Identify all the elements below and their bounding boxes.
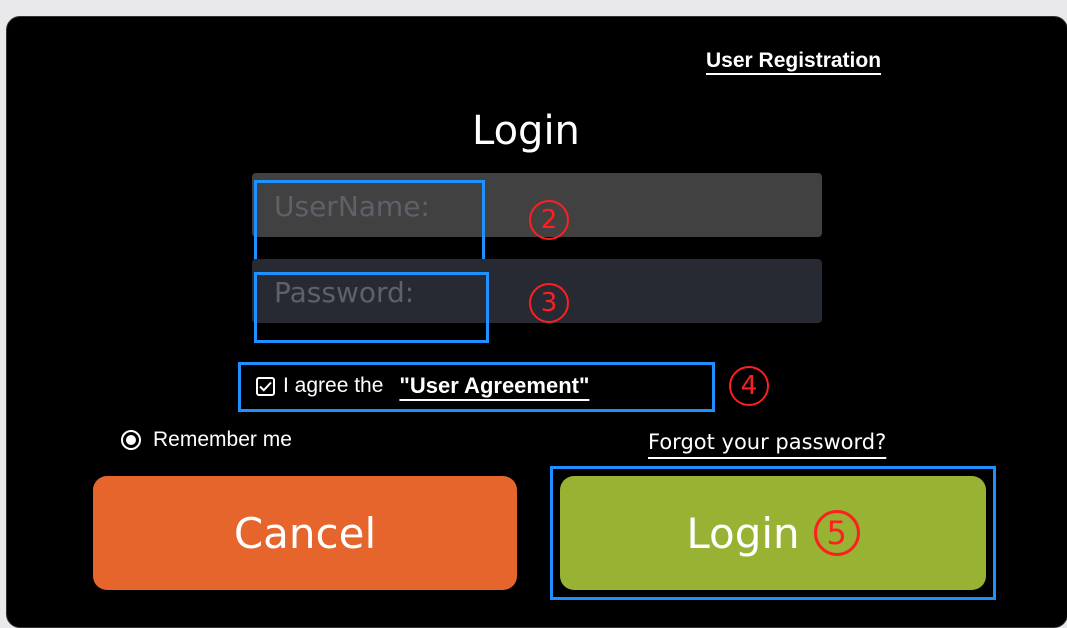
annotation-badge-3: 3	[529, 283, 569, 323]
agree-checkbox[interactable]	[256, 376, 275, 396]
login-button-label: Login	[686, 508, 800, 558]
user-registration-link[interactable]: User Registration	[706, 49, 881, 73]
checkmark-icon	[259, 381, 272, 392]
agree-label: I agree the	[283, 374, 384, 397]
annotation-badge-5: 5	[813, 510, 860, 556]
remember-label: Remember me	[153, 428, 292, 451]
remember-radio[interactable]	[121, 430, 141, 450]
radio-dot-icon	[126, 435, 136, 445]
annotation-badge-2: 2	[529, 200, 569, 240]
remember-me-option[interactable]: Remember me	[121, 428, 292, 452]
login-title: Login	[472, 108, 580, 154]
forgot-password-link[interactable]: Forgot your password?	[648, 430, 886, 454]
user-agreement-link[interactable]: "User Agreement"	[399, 373, 589, 399]
agreement-row: I agree the "User Agreement"	[240, 362, 714, 410]
login-button[interactable]: Login 5	[560, 476, 986, 590]
annotation-badge-4: 4	[729, 366, 769, 406]
cancel-button-label: Cancel	[233, 508, 377, 558]
cancel-button[interactable]: Cancel	[93, 476, 517, 590]
